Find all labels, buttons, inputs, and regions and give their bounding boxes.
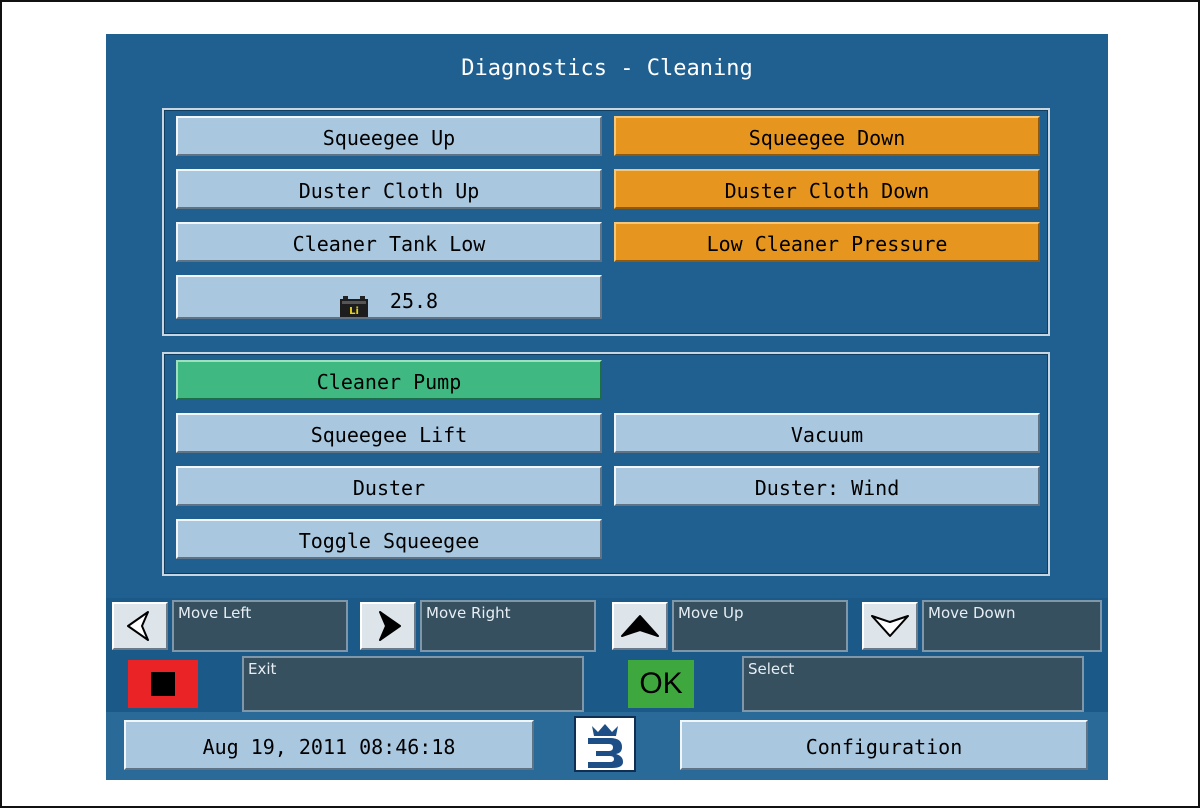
vacuum-button[interactable]: Vacuum xyxy=(614,413,1040,453)
arrow-down-icon xyxy=(871,615,909,637)
configuration-button[interactable]: Configuration xyxy=(680,720,1088,770)
datetime-display: Aug 19, 2011 08:46:18 xyxy=(124,720,534,770)
brand-logo-icon[interactable] xyxy=(574,716,636,772)
low-cleaner-pressure-indicator[interactable]: Low Cleaner Pressure xyxy=(614,222,1040,262)
battery-voltage-display[interactable]: Li 25.8 xyxy=(176,275,602,319)
move-right-key[interactable] xyxy=(360,602,416,650)
toggle-squeegee-button[interactable]: Toggle Squeegee xyxy=(176,519,602,559)
ok-key[interactable]: OK xyxy=(628,660,694,708)
squeegee-down-indicator[interactable]: Squeegee Down xyxy=(614,116,1040,156)
duster-button[interactable]: Duster xyxy=(176,466,602,506)
hmi-screen: Diagnostics - Cleaning Squeegee Up Squee… xyxy=(106,34,1108,780)
stop-icon xyxy=(151,672,175,696)
navigation-bar: Move Left Move Right Move Up Move Down xyxy=(106,598,1108,652)
cleaner-pump-button[interactable]: Cleaner Pump xyxy=(176,360,602,400)
arrow-up-icon xyxy=(621,615,659,637)
arrow-left-icon xyxy=(127,611,149,641)
squeegee-up-indicator[interactable]: Squeegee Up xyxy=(176,116,602,156)
cleaner-tank-low-indicator[interactable]: Cleaner Tank Low xyxy=(176,222,602,262)
move-down-key[interactable] xyxy=(862,602,918,650)
arrow-right-icon xyxy=(379,611,401,641)
outputs-panel: Cleaner Pump Squeegee Lift Vacuum Duster… xyxy=(162,352,1050,576)
lithium-battery-icon: Li xyxy=(339,288,368,317)
move-up-key[interactable] xyxy=(612,602,668,650)
battery-icon-text: Li xyxy=(349,306,359,317)
status-panel: Squeegee Up Squeegee Down Duster Cloth U… xyxy=(162,108,1050,336)
move-right-label: Move Right xyxy=(420,600,596,652)
move-down-label: Move Down xyxy=(922,600,1102,652)
move-left-label: Move Left xyxy=(172,600,348,652)
duster-cloth-down-indicator[interactable]: Duster Cloth Down xyxy=(614,169,1040,209)
command-bar: Exit OK Select xyxy=(106,652,1108,712)
exit-key[interactable] xyxy=(128,660,198,708)
exit-label: Exit xyxy=(242,656,584,712)
footer-bar: Aug 19, 2011 08:46:18 Configuration xyxy=(106,712,1108,780)
select-label: Select xyxy=(742,656,1084,712)
page-title: Diagnostics - Cleaning xyxy=(461,56,753,81)
battery-value: 25.8 xyxy=(389,288,439,313)
move-up-label: Move Up xyxy=(672,600,848,652)
move-left-key[interactable] xyxy=(112,602,168,650)
squeegee-lift-button[interactable]: Squeegee Lift xyxy=(176,413,602,453)
duster-wind-button[interactable]: Duster: Wind xyxy=(614,466,1040,506)
duster-cloth-up-indicator[interactable]: Duster Cloth Up xyxy=(176,169,602,209)
